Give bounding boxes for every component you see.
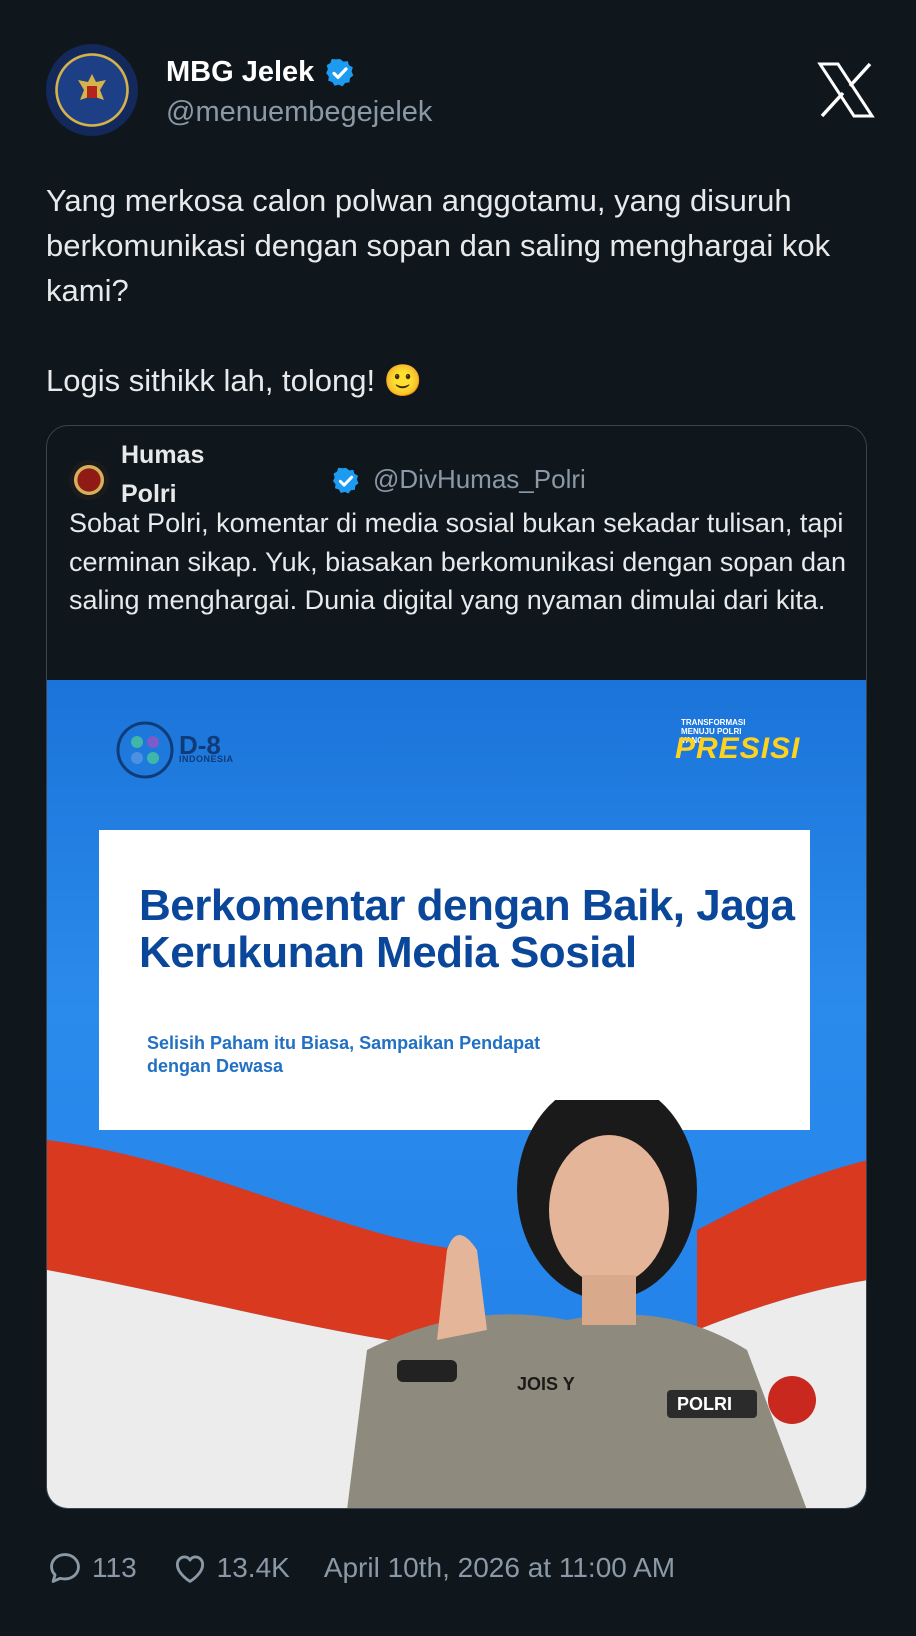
presisi-logo: PRESISI — [675, 732, 801, 765]
like-count: 13.4K — [216, 1552, 290, 1583]
poster-headline: Berkomentar dengan Baik, Jaga Kerukunan … — [139, 881, 795, 977]
quoted-handle[interactable]: @DivHumas_Polri — [373, 464, 586, 495]
display-name[interactable]: MBG Jelek — [166, 56, 314, 89]
quoted-display-name[interactable]: Humas Polri — [121, 436, 241, 514]
like-icon[interactable] — [171, 1549, 209, 1587]
poster-image[interactable]: D-8 INDONESIA TRANSFORMASI MENUJU POLRI … — [47, 680, 866, 1508]
timestamp[interactable]: April 10th, 2026 at 11:00 AM — [324, 1552, 675, 1584]
reply-count: 113 — [92, 1552, 137, 1583]
badge-text: POLRI — [677, 1394, 732, 1414]
verified-badge-icon — [326, 58, 354, 86]
quoted-tweet-text: Sobat Polri, komentar di media sosial bu… — [69, 508, 847, 615]
poster-card — [99, 830, 810, 1130]
reply-icon[interactable] — [46, 1549, 84, 1587]
verified-badge-icon — [333, 467, 359, 494]
user-handle[interactable]: @menuembegejelek — [166, 96, 432, 129]
quoted-avatar[interactable] — [69, 460, 109, 500]
garuda-emblem-icon — [78, 74, 106, 100]
x-logo-icon[interactable] — [816, 60, 876, 120]
tweet-text: Yang merkosa calon polwan anggotamu, yan… — [46, 183, 831, 398]
name-tag-text: JOIS Y — [517, 1374, 575, 1394]
quoted-tweet[interactable]: Humas Polri @DivHumas_Polri Sobat Polri,… — [46, 425, 867, 1509]
d8-logo-sub: INDONESIA — [179, 754, 234, 764]
d8-logo-icon — [116, 721, 174, 779]
poster-subline: Selisih Paham itu Biasa, Sampaikan Penda… — [147, 1033, 541, 1076]
tweet-header: MBG Jelek @menuembegejelek — [46, 44, 876, 140]
quoted-tweet-header: Humas Polri @DivHumas_Polri — [69, 436, 849, 508]
tweet-footer: 113 13.4K April 10th, 2026 at 11:00 AM — [46, 1548, 675, 1588]
officer-photo: POLRI JOIS Y — [47, 1100, 866, 1508]
avatar[interactable] — [46, 44, 138, 136]
